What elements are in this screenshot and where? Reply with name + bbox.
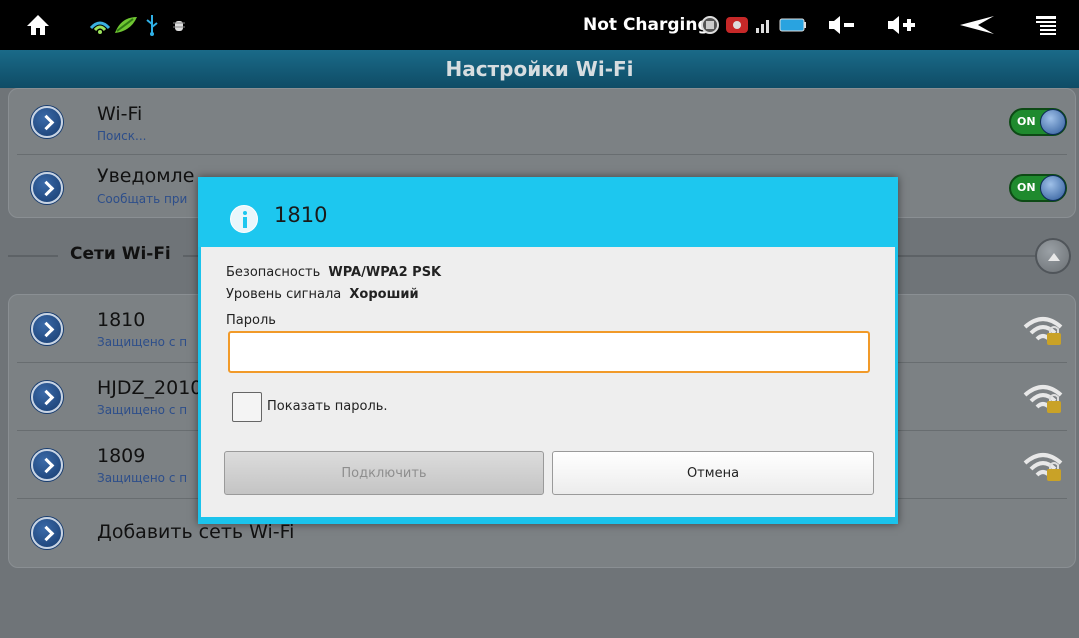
security-label: Безопасность [226, 265, 321, 280]
network-subtitle: Защищено с п [97, 403, 188, 417]
cell-signal-icon [754, 0, 774, 50]
screenshot-icon [698, 0, 722, 50]
signal-value: Хороший [349, 287, 419, 302]
title-bar: Настройки Wi-Fi [0, 50, 1079, 88]
network-name: 1810 [97, 309, 146, 331]
toggle-knob [1040, 175, 1066, 201]
chevron-right-icon [31, 106, 63, 138]
signal-label: Уровень сигнала [226, 287, 342, 302]
chevron-right-icon [31, 449, 63, 481]
debug-bug-icon [170, 0, 188, 50]
usb-icon [143, 0, 161, 50]
notify-toggle-label: ON [1017, 181, 1036, 194]
back-icon[interactable] [954, 0, 998, 50]
wifi-row-subtitle: Поиск... [97, 129, 147, 143]
add-network-label: Добавить сеть Wi-Fi [97, 521, 295, 543]
network-subtitle: Защищено с п [97, 335, 188, 349]
menu-icon[interactable] [1032, 0, 1060, 50]
security-info: Безопасность WPA/WPA2 PSK [226, 265, 441, 280]
battery-icon [778, 0, 808, 50]
android-debug-icon [112, 0, 140, 50]
record-icon [724, 0, 750, 50]
networks-section-label: Сети Wi-Fi [58, 244, 183, 264]
volume-down-icon[interactable] [825, 0, 859, 50]
wifi-row[interactable]: Wi-Fi Поиск... ON [9, 89, 1075, 155]
password-label: Пароль [226, 313, 276, 328]
network-name: HJDZ_2010 [97, 377, 203, 399]
dialog-header: 1810 [198, 177, 898, 247]
chevron-right-icon [31, 172, 63, 204]
chevron-right-icon [31, 381, 63, 413]
notify-toggle[interactable]: ON [1009, 174, 1067, 202]
wifi-signal-icon [88, 0, 112, 50]
notify-row-subtitle: Сообщать при [97, 192, 188, 206]
show-password-label[interactable]: Показать пароль. [267, 399, 388, 414]
collapse-up-icon[interactable] [1035, 238, 1071, 274]
security-value: WPA/WPA2 PSK [328, 265, 442, 280]
network-name: 1809 [97, 445, 146, 467]
network-subtitle: Защищено с п [97, 471, 188, 485]
signal-info: Уровень сигнала Хороший [226, 287, 419, 302]
cancel-button[interactable]: Отмена [552, 451, 874, 495]
wifi-lock-icon [1023, 453, 1063, 481]
wifi-lock-icon [1023, 317, 1063, 345]
connect-button[interactable]: Подключить [224, 451, 544, 495]
status-bar: Not Charging [0, 0, 1079, 50]
dialog-title: 1810 [274, 203, 328, 227]
password-input[interactable] [228, 331, 870, 373]
toggle-knob [1040, 109, 1066, 135]
wifi-toggle-label: ON [1017, 115, 1036, 128]
wifi-lock-icon [1023, 385, 1063, 413]
home-icon[interactable] [18, 0, 58, 50]
wifi-row-title: Wi-Fi [97, 103, 143, 125]
wifi-toggle[interactable]: ON [1009, 108, 1067, 136]
info-icon [230, 205, 258, 233]
volume-up-icon[interactable] [884, 0, 920, 50]
wifi-password-dialog: 1810 Безопасность WPA/WPA2 PSK Уровень с… [198, 177, 898, 524]
dialog-body: Безопасность WPA/WPA2 PSK Уровень сигнал… [201, 247, 895, 517]
chevron-right-icon [31, 313, 63, 345]
chevron-right-icon [31, 517, 63, 549]
show-password-checkbox[interactable] [232, 392, 262, 422]
page-title: Настройки Wi-Fi [445, 57, 634, 81]
notify-row-title: Уведомле [97, 165, 195, 187]
charging-status: Not Charging [583, 15, 710, 35]
